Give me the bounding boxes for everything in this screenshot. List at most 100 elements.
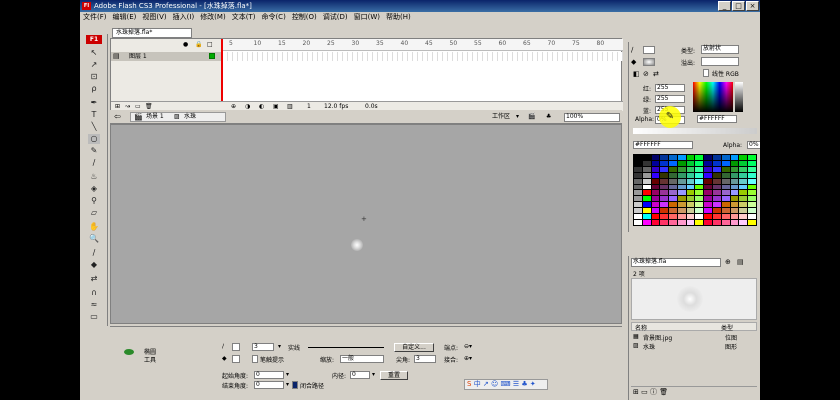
menu-debug[interactable]: 调试(D) bbox=[320, 12, 351, 23]
endpoint-dropdown[interactable]: ⊖▾ bbox=[464, 343, 472, 350]
document-tab[interactable]: 水珠掉落.fla* bbox=[112, 28, 192, 38]
subselect-tool-icon[interactable]: ↗ bbox=[88, 60, 100, 70]
start-angle-input[interactable]: 0 bbox=[254, 371, 284, 379]
color-spectrum[interactable] bbox=[693, 82, 733, 112]
color-swatch[interactable] bbox=[686, 190, 695, 196]
green-input[interactable]: 255 bbox=[655, 95, 685, 103]
color-swatch[interactable] bbox=[730, 190, 739, 196]
color-swatch[interactable] bbox=[748, 190, 756, 196]
properties-icon[interactable]: ⓘ bbox=[650, 388, 657, 396]
stroke-swatch[interactable] bbox=[643, 46, 655, 54]
color-swatch[interactable] bbox=[686, 202, 695, 208]
color-swatch[interactable] bbox=[713, 178, 721, 184]
color-swatch[interactable] bbox=[739, 208, 748, 214]
color-swatches[interactable] bbox=[633, 154, 757, 226]
color-swatch[interactable] bbox=[730, 196, 739, 202]
new-folder-icon[interactable]: ▭ bbox=[641, 388, 648, 396]
edit-symbol-icon[interactable]: ♣ bbox=[546, 110, 551, 124]
playhead[interactable] bbox=[221, 39, 223, 101]
color-swatch[interactable] bbox=[739, 202, 748, 208]
color-swatch[interactable] bbox=[704, 155, 713, 160]
color-swatch[interactable] bbox=[748, 166, 756, 172]
color-swatch[interactable] bbox=[704, 178, 713, 184]
minimize-button[interactable]: _ bbox=[718, 1, 731, 11]
color-swatch[interactable] bbox=[677, 184, 686, 190]
color-swatch[interactable] bbox=[721, 178, 730, 184]
smooth-icon[interactable]: ≈ bbox=[88, 300, 100, 310]
color-swatch[interactable] bbox=[651, 220, 660, 225]
color-swatch[interactable] bbox=[739, 196, 748, 202]
color-swatch[interactable] bbox=[739, 166, 748, 172]
new-library-icon[interactable]: ▤ bbox=[737, 258, 744, 266]
color-swatch[interactable] bbox=[695, 166, 704, 172]
color-swatch[interactable] bbox=[677, 214, 686, 220]
color-swatch[interactable] bbox=[695, 190, 704, 196]
color-swatch[interactable] bbox=[686, 160, 695, 166]
menu-edit[interactable]: 编辑(E) bbox=[110, 12, 140, 23]
eye-icon[interactable]: ● bbox=[183, 41, 188, 48]
color-swatch[interactable] bbox=[704, 214, 713, 220]
color-swatch[interactable] bbox=[713, 196, 721, 202]
color-swatch[interactable] bbox=[721, 166, 730, 172]
color-swatch[interactable] bbox=[704, 166, 713, 172]
color-swatch[interactable] bbox=[695, 172, 704, 178]
lock-icon[interactable]: 🔒 bbox=[195, 41, 202, 48]
color-swatch[interactable] bbox=[677, 202, 686, 208]
color-swatch[interactable] bbox=[721, 202, 730, 208]
color-swatch[interactable] bbox=[739, 190, 748, 196]
color-swatch[interactable] bbox=[660, 208, 669, 214]
swatch-alpha-input[interactable]: 0% bbox=[747, 141, 760, 149]
straighten-icon[interactable]: ▭ bbox=[88, 312, 100, 322]
swap-colors-icon[interactable]: ⇄ bbox=[88, 274, 100, 284]
color-swatch[interactable] bbox=[634, 220, 642, 225]
fill-swatch[interactable] bbox=[232, 355, 240, 363]
color-swatch[interactable] bbox=[634, 214, 642, 220]
color-swatch[interactable] bbox=[713, 214, 721, 220]
color-swatch[interactable] bbox=[660, 214, 669, 220]
zoom-input[interactable]: 100% bbox=[564, 113, 620, 122]
color-swatch[interactable] bbox=[686, 172, 695, 178]
color-swatch[interactable] bbox=[669, 214, 677, 220]
color-swatch[interactable] bbox=[721, 220, 730, 225]
color-swatch[interactable] bbox=[669, 220, 677, 225]
color-swatch[interactable] bbox=[713, 172, 721, 178]
color-swatch[interactable] bbox=[660, 166, 669, 172]
delete-icon[interactable]: 🗑 bbox=[659, 388, 668, 396]
color-swatch[interactable] bbox=[634, 202, 642, 208]
color-swatch[interactable] bbox=[651, 184, 660, 190]
color-swatch[interactable] bbox=[677, 190, 686, 196]
color-swatch[interactable] bbox=[686, 155, 695, 160]
color-swatch[interactable] bbox=[642, 208, 651, 214]
menu-commands[interactable]: 命令(C) bbox=[258, 12, 288, 23]
menu-file[interactable]: 文件(F) bbox=[80, 12, 110, 23]
menu-control[interactable]: 控制(O) bbox=[289, 12, 320, 23]
color-swatch[interactable] bbox=[642, 202, 651, 208]
breadcrumb-scene[interactable]: 场景 1 bbox=[146, 110, 164, 124]
ime-toolbar[interactable]: S 中 ↗ ☺ ⌨ ☰ ♣ ✦ bbox=[464, 379, 548, 390]
selection-tool-icon[interactable]: ↖ bbox=[88, 48, 100, 58]
color-swatch[interactable] bbox=[730, 160, 739, 166]
menu-window[interactable]: 窗口(W) bbox=[351, 12, 383, 23]
custom-stroke-button[interactable]: 自定义... bbox=[394, 343, 434, 352]
color-swatch[interactable] bbox=[660, 184, 669, 190]
color-swatch[interactable] bbox=[704, 208, 713, 214]
color-swatch[interactable] bbox=[677, 196, 686, 202]
color-swatch[interactable] bbox=[739, 160, 748, 166]
fill-color-icon[interactable]: ◆ bbox=[631, 58, 636, 66]
color-swatch[interactable] bbox=[686, 184, 695, 190]
type-dropdown[interactable]: 放射状 bbox=[701, 45, 739, 54]
workspace-menu[interactable]: 工作区 bbox=[492, 110, 510, 124]
color-swatch[interactable] bbox=[704, 160, 713, 166]
hex-input[interactable]: #FFFFFF bbox=[697, 115, 737, 123]
color-swatch[interactable] bbox=[704, 196, 713, 202]
color-swatch[interactable] bbox=[660, 160, 669, 166]
color-swatch[interactable] bbox=[713, 220, 721, 225]
new-symbol-icon[interactable]: ⊞ bbox=[633, 388, 639, 396]
color-swatch[interactable] bbox=[651, 172, 660, 178]
menu-modify[interactable]: 修改(M) bbox=[197, 12, 229, 23]
frame-track[interactable] bbox=[223, 52, 623, 61]
color-swatch[interactable] bbox=[669, 196, 677, 202]
color-swatch[interactable] bbox=[713, 160, 721, 166]
pin-icon[interactable]: ⊕ bbox=[725, 258, 731, 266]
color-swatch[interactable] bbox=[669, 184, 677, 190]
